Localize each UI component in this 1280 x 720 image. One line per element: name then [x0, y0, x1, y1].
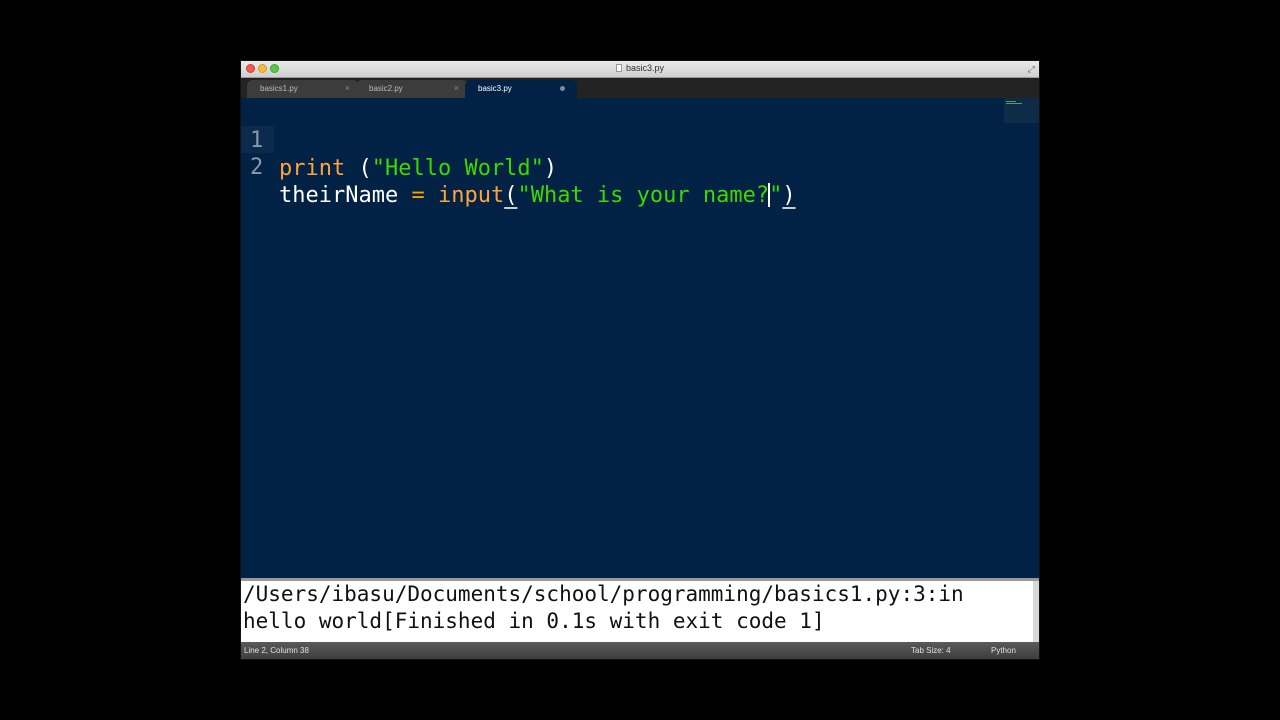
token-operator: = [411, 183, 425, 208]
tab-label: basic2.py [369, 84, 403, 93]
code-line-1[interactable]: 1 print ("Hello World") [241, 99, 557, 181]
token-paren-matched: ( [504, 183, 518, 208]
token-function: input [437, 183, 505, 208]
minimap-line [1006, 103, 1022, 104]
tab-bar: basics1.py × basic2.py × basic3.py [241, 78, 1039, 98]
code-content: print ("Hello World") [279, 155, 557, 183]
console-line: hello world[Finished in 0.1s with exit c… [243, 609, 825, 633]
tab-close-icon[interactable]: × [345, 83, 350, 93]
code-content: theirName = input("What is your name?") [279, 182, 796, 210]
cursor-position: Line 2, Column 38 [244, 646, 309, 655]
code-editor[interactable]: 1 print ("Hello World") 2 theirName = in… [241, 98, 1039, 578]
fullscreen-icon[interactable]: ⤢ [1028, 64, 1035, 75]
window-title: basic3.py [625, 63, 665, 73]
token-identifier: theirName [279, 183, 399, 208]
minimap[interactable] [1004, 98, 1039, 123]
token-string-end: " [769, 183, 783, 208]
tab-size-selector[interactable]: Tab Size: 4 [911, 646, 951, 655]
console-scrollbar[interactable] [1033, 581, 1039, 642]
token-paren: ( [358, 156, 372, 181]
token-string: "What is your name? [517, 183, 770, 208]
title-bar: basic3.py ⤢ [241, 61, 1039, 78]
line-number: 2 [250, 155, 264, 180]
token-paren-matched: ) [782, 183, 796, 208]
token-string: "Hello World" [371, 156, 544, 181]
tab-basics1[interactable]: basics1.py × [247, 80, 359, 98]
editor-window: basic3.py ⤢ basics1.py × basic2.py × bas… [241, 61, 1039, 659]
minimap-line [1006, 101, 1016, 102]
unsaved-dot-icon[interactable] [560, 86, 565, 91]
tab-label: basics1.py [260, 84, 298, 93]
build-output-panel[interactable]: /Users/ibasu/Documents/school/programmin… [241, 578, 1039, 642]
tab-basic3[interactable]: basic3.py [465, 80, 577, 98]
tab-label: basic3.py [478, 84, 512, 93]
status-bar: Line 2, Column 38 Tab Size: 4 Python [241, 642, 1039, 659]
tab-close-icon[interactable]: × [454, 83, 459, 93]
tab-basic2[interactable]: basic2.py × [356, 80, 468, 98]
document-icon [615, 64, 622, 72]
syntax-selector[interactable]: Python [991, 646, 1016, 655]
console-line: /Users/ibasu/Documents/school/programmin… [243, 582, 964, 606]
window-title-wrap: basic3.py [241, 63, 1039, 73]
token-paren: ) [543, 156, 558, 181]
code-line-2[interactable]: 2 theirName = input("What is your name?"… [241, 126, 796, 208]
